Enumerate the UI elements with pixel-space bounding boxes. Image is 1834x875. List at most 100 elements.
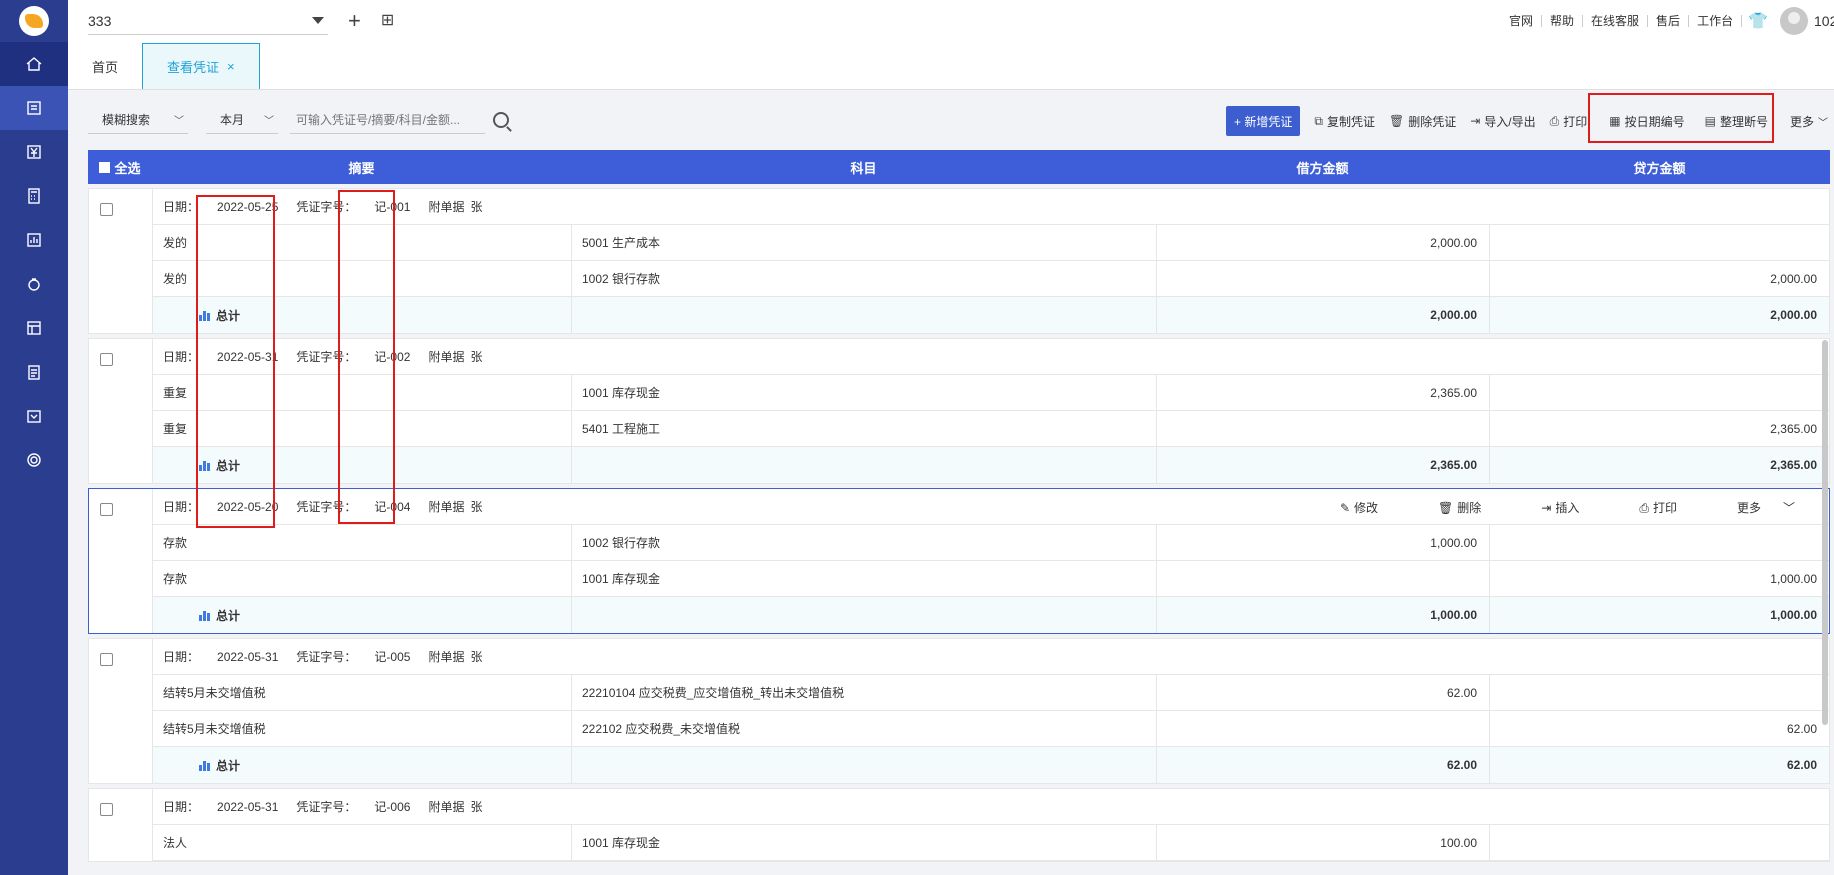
sidebar-item-tax[interactable] [0, 394, 68, 438]
voucher-delete-button[interactable]: 🗑 删除 [1438, 499, 1499, 516]
account-cell[interactable]: 5401 工程施工 [572, 411, 1157, 446]
credit-cell[interactable] [1490, 225, 1829, 260]
summary-cell[interactable]: 存款 [153, 561, 572, 596]
search-icon[interactable] [493, 112, 509, 128]
search-input[interactable] [296, 112, 485, 127]
link-online-service[interactable]: 在线客服 [1583, 15, 1649, 27]
voucher-header: 日期： 2022-05-31 凭证字号： 记-002 附单据张 [153, 339, 1829, 375]
voucher-checkbox[interactable] [100, 353, 113, 366]
tab-home[interactable]: 首页 [68, 43, 142, 89]
total-label-cell: 总计 [153, 747, 572, 783]
credit-cell[interactable] [1490, 825, 1829, 860]
debit-cell[interactable]: 1,000.00 [1157, 525, 1490, 560]
number-by-date-button[interactable]: ▦ 按日期编号 [1609, 113, 1684, 130]
company-selector[interactable]: 333 [88, 7, 328, 35]
sidebar-item-report[interactable] [0, 218, 68, 262]
plus-icon[interactable]: + [348, 10, 361, 32]
summary-cell[interactable]: 重复 [153, 375, 572, 410]
account-cell[interactable]: 222102 应交税费_未交增值税 [572, 711, 1157, 746]
sidebar-item-calculator[interactable] [0, 174, 68, 218]
renumber-button[interactable]: ▤ 整理断号 [1705, 113, 1768, 130]
link-after-sales[interactable]: 售后 [1648, 15, 1690, 27]
print-button[interactable]: ⎙ 打印 [1550, 113, 1588, 130]
period-select[interactable]: 本月 ﹀ [206, 106, 278, 134]
credit-cell[interactable]: 62.00 [1490, 711, 1829, 746]
voucher-more-button[interactable]: 更多 ﹀ [1737, 499, 1799, 516]
delete-voucher-button[interactable]: 🗑 删除凭证 [1389, 113, 1456, 130]
sidebar-item-books[interactable] [0, 350, 68, 394]
credit-cell[interactable]: 2,365.00 [1490, 411, 1829, 446]
copy-voucher-button[interactable]: ⧉ 复制凭证 [1314, 113, 1375, 130]
grid-icon[interactable]: ⊞ [381, 13, 394, 29]
account-cell[interactable]: 5001 生产成本 [572, 225, 1157, 260]
sidebar-item-settings[interactable] [0, 438, 68, 482]
money-bag-icon [28, 278, 40, 291]
credit-cell[interactable] [1490, 375, 1829, 410]
select-all[interactable]: 全选 [88, 158, 152, 177]
credit-cell[interactable]: 2,000.00 [1490, 261, 1829, 296]
summary-cell[interactable]: 发的 [153, 225, 572, 260]
scrollbar[interactable] [1822, 340, 1828, 725]
credit-cell[interactable]: 1,000.00 [1490, 561, 1829, 596]
sidebar-item-home[interactable] [0, 42, 68, 86]
close-icon[interactable]: × [227, 59, 235, 74]
account-cell[interactable]: 1001 库存现金 [572, 561, 1157, 596]
account-cell[interactable]: 22210104 应交税费_应交增值税_转出未交增值税 [572, 675, 1157, 710]
sidebar-item-ledger[interactable] [0, 306, 68, 350]
summary-cell[interactable]: 结转5月未交增值税 [153, 711, 572, 746]
avatar[interactable] [1780, 7, 1808, 35]
more-button[interactable]: 更多 ﹀ [1790, 113, 1828, 130]
voucher-checkbox[interactable] [100, 653, 113, 666]
voucher-select-cell [89, 639, 153, 783]
debit-cell[interactable] [1157, 261, 1490, 296]
select-all-checkbox[interactable] [99, 161, 111, 173]
link-workbench[interactable]: 工作台 [1689, 15, 1743, 27]
date-label: 日期： [163, 650, 200, 664]
voucher-edit-button[interactable]: ✎ 修改 [1340, 499, 1396, 516]
sidebar-item-voucher[interactable] [0, 86, 68, 130]
summary-cell[interactable]: 存款 [153, 525, 572, 560]
voucher-print-button[interactable]: ⎙ 打印 [1639, 499, 1695, 516]
debit-cell[interactable]: 62.00 [1157, 675, 1490, 710]
tab-bar: 首页 查看凭证 × [68, 42, 1834, 90]
number-value: 记-006 [374, 800, 411, 814]
credit-cell[interactable] [1490, 675, 1829, 710]
summary-cell[interactable]: 重复 [153, 411, 572, 446]
voucher-insert-button[interactable]: ⇥ 插入 [1541, 499, 1597, 516]
user-number[interactable]: 102 [1814, 13, 1834, 29]
link-help[interactable]: 帮助 [1542, 15, 1584, 27]
voucher-checkbox[interactable] [100, 503, 113, 516]
sidebar-item-assets[interactable] [0, 262, 68, 306]
voucher-checkbox[interactable] [100, 203, 113, 216]
import-export-button[interactable]: ⇥ 导入/导出 [1470, 113, 1535, 130]
debit-cell[interactable] [1157, 711, 1490, 746]
account-cell[interactable]: 1001 库存现金 [572, 825, 1157, 860]
insert-label: 插入 [1555, 500, 1580, 515]
company-name: 333 [88, 12, 112, 29]
summary-cell[interactable]: 法人 [153, 825, 572, 860]
credit-cell[interactable] [1490, 525, 1829, 560]
account-cell[interactable]: 1002 银行存款 [572, 261, 1157, 296]
voucher-checkbox[interactable] [100, 803, 113, 816]
number-label: 凭证字号： [296, 800, 357, 814]
total-label: 总计 [216, 458, 241, 473]
account-cell[interactable]: 1002 银行存款 [572, 525, 1157, 560]
new-voucher-button[interactable]: + 新增凭证 [1226, 106, 1301, 136]
sidebar-item-cash[interactable] [0, 130, 68, 174]
search-mode-select[interactable]: 模糊搜索 ﹀ [88, 106, 188, 134]
debit-cell[interactable] [1157, 411, 1490, 446]
account-cell[interactable]: 1001 库存现金 [572, 375, 1157, 410]
tab-view-voucher[interactable]: 查看凭证 × [142, 43, 260, 89]
summary-cell[interactable]: 发的 [153, 261, 572, 296]
debit-cell[interactable]: 100.00 [1157, 825, 1490, 860]
link-official-site[interactable]: 官网 [1501, 15, 1543, 27]
debit-cell[interactable] [1157, 561, 1490, 596]
debit-cell[interactable]: 2,000.00 [1157, 225, 1490, 260]
app-logo[interactable] [0, 0, 68, 42]
insert-icon: ⇥ [1541, 500, 1552, 515]
debit-cell[interactable]: 2,365.00 [1157, 375, 1490, 410]
shirt-icon[interactable]: 👕 [1748, 11, 1768, 31]
search-mode-value: 模糊搜索 [102, 113, 151, 127]
number-label: 凭证字号： [296, 500, 357, 514]
summary-cell[interactable]: 结转5月未交增值税 [153, 675, 572, 710]
